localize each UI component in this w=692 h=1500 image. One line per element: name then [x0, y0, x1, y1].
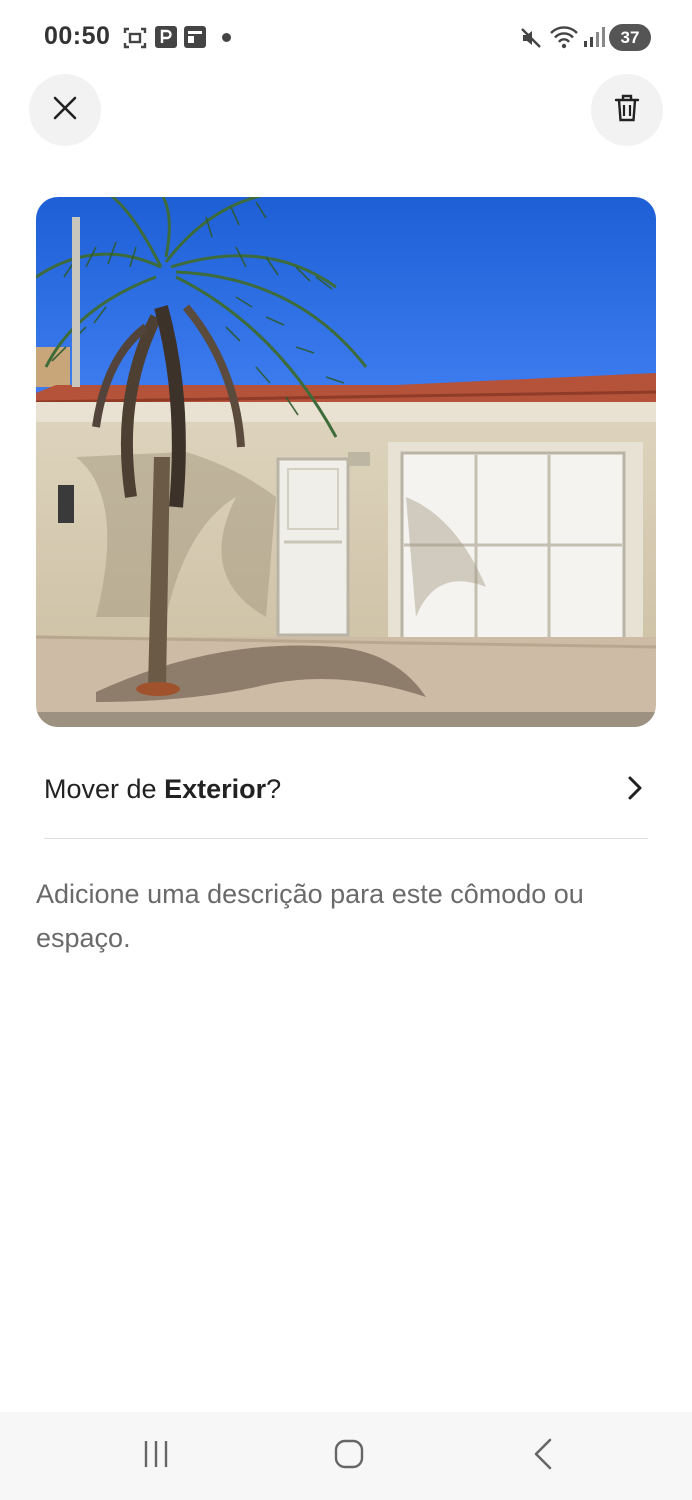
- room-name: Exterior: [164, 774, 267, 804]
- home-icon: [334, 1439, 364, 1474]
- move-room-row[interactable]: Mover de Exterior?: [44, 758, 648, 839]
- status-bar: 00:50 37: [0, 0, 692, 76]
- navigation-bar: [0, 1412, 692, 1500]
- delete-button[interactable]: [591, 74, 663, 146]
- recents-button[interactable]: [126, 1434, 186, 1478]
- close-icon: [52, 95, 78, 126]
- gallery-app-icon: [184, 26, 206, 53]
- chevron-right-icon: [626, 774, 644, 807]
- battery-icon: 37: [609, 24, 651, 51]
- screenshot-icon: [123, 26, 147, 55]
- mute-icon: [519, 26, 543, 55]
- move-prefix: Mover de: [44, 774, 165, 804]
- status-time: 00:50: [44, 22, 111, 50]
- move-suffix: ?: [266, 774, 282, 804]
- house-exterior-photo[interactable]: [36, 197, 656, 727]
- back-icon: [533, 1438, 553, 1475]
- back-button[interactable]: [513, 1434, 573, 1478]
- move-room-label: Mover de Exterior?: [44, 774, 281, 805]
- parking-app-icon: [155, 26, 177, 53]
- description-field[interactable]: Adicione uma descrição para este cômodo …: [36, 872, 656, 960]
- signal-icon: [583, 26, 605, 53]
- close-button[interactable]: [29, 74, 101, 146]
- home-button[interactable]: [319, 1434, 379, 1478]
- notification-dot: [222, 33, 231, 42]
- wifi-icon: [549, 24, 579, 55]
- trash-icon: [614, 94, 640, 127]
- recents-icon: [142, 1439, 170, 1474]
